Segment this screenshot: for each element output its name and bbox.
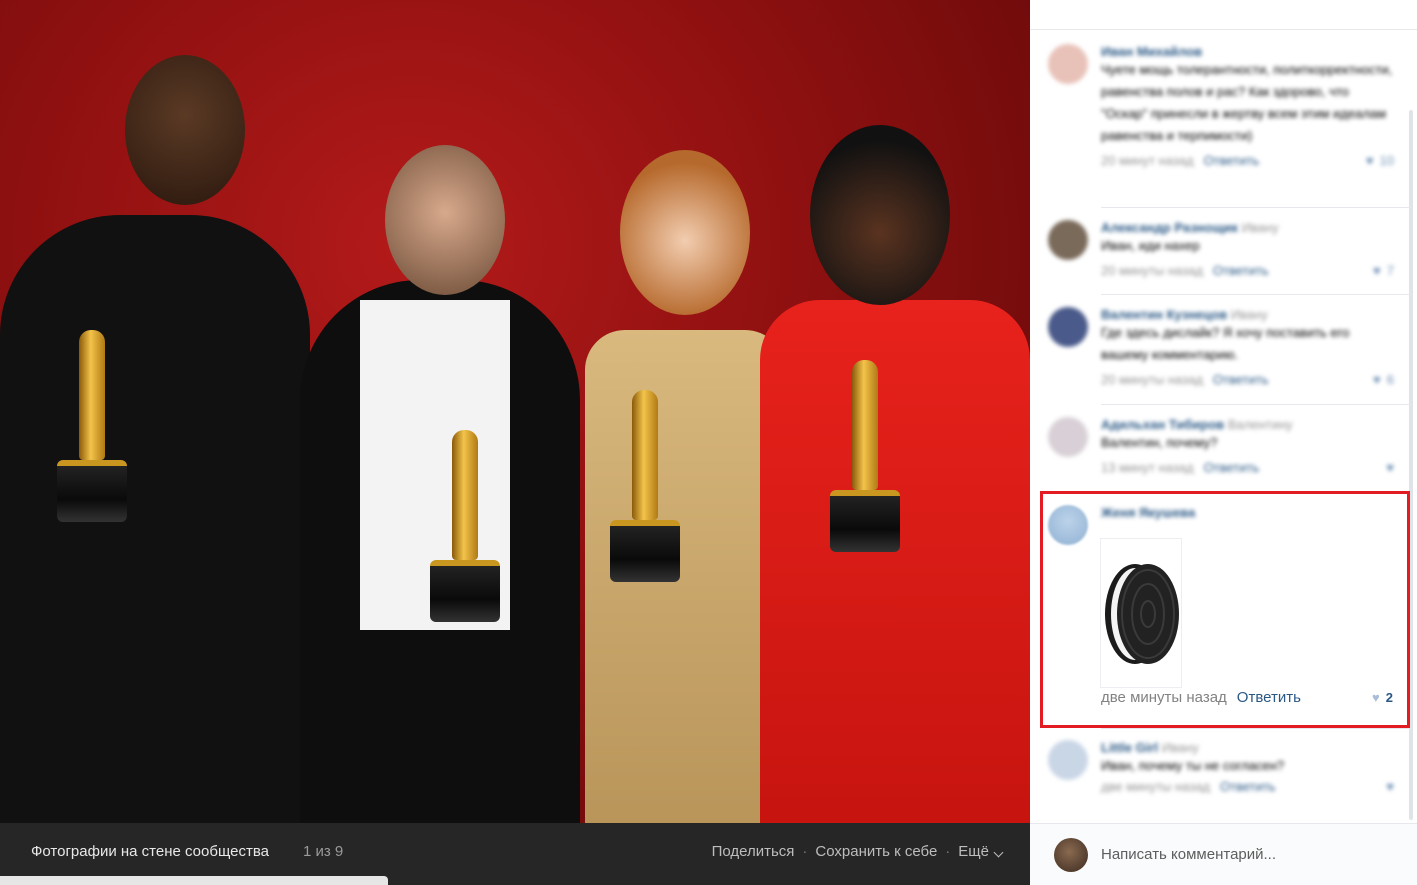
reply-to: Ивану	[1161, 740, 1199, 755]
comment-compose: Написать комментарий...	[1030, 823, 1417, 885]
comment-input[interactable]: Написать комментарий...	[1101, 846, 1276, 863]
comment-item: Александр Разнощик Ивану Иван, иди нахер…	[1048, 220, 1394, 278]
photo-actions: Поделиться · Сохранить к себе · Ещё	[712, 843, 1004, 860]
comment-author[interactable]: Валентин Кузнецов	[1101, 307, 1227, 322]
like-count: 7	[1386, 263, 1394, 278]
more-button[interactable]: Ещё	[958, 843, 1004, 860]
heart-icon: ♥	[1365, 153, 1374, 168]
comment-time: 13 минут назад	[1101, 460, 1194, 475]
like-count: 10	[1379, 153, 1394, 168]
comment-text: Иван, иди нахер	[1101, 238, 1200, 253]
separator-dot: ·	[802, 843, 808, 860]
comment-time: 20 минут назад	[1101, 153, 1194, 168]
chevron-down-icon	[993, 847, 1004, 858]
reply-link[interactable]: Ответить	[1204, 460, 1260, 475]
reply-link[interactable]: Ответить	[1220, 779, 1276, 794]
panel-header	[1030, 0, 1417, 30]
photo[interactable]	[0, 0, 1030, 823]
oscar-statue-1	[57, 330, 127, 522]
my-avatar	[1054, 838, 1088, 872]
oscar-statue-4	[830, 360, 900, 552]
divider	[1101, 294, 1411, 295]
person-1	[0, 0, 310, 823]
like-count: 6	[1386, 372, 1394, 387]
comment-item: Адильхан Тибиров Валентину Валентин, поч…	[1048, 417, 1394, 475]
reply-link[interactable]: Ответить	[1204, 153, 1260, 168]
comment-item: Little Girl Ивану Иван, почему ты не сог…	[1048, 740, 1394, 794]
oscar-statue-3	[610, 390, 680, 582]
comment-time: 20 минуты назад	[1101, 372, 1203, 387]
heart-icon: ♥	[1373, 263, 1381, 278]
comment-author[interactable]: Иван Михайлов	[1101, 44, 1394, 59]
comment-author[interactable]: Адильхан Тибиров	[1101, 417, 1224, 432]
reply-to: Ивану	[1230, 307, 1268, 322]
comment-text: Иван, почему ты не согласен?	[1101, 758, 1285, 773]
avatar[interactable]	[1048, 740, 1088, 780]
more-label: Ещё	[958, 843, 989, 860]
save-to-self-button[interactable]: Сохранить к себе	[815, 843, 937, 860]
reply-link[interactable]: Ответить	[1213, 263, 1269, 278]
comment-time: две минуты назад	[1101, 779, 1211, 794]
comment-text: Чуете мощь толерантности, политкорректно…	[1101, 62, 1393, 143]
comment-text: Валентин, почему?	[1101, 435, 1218, 450]
comment-item: Валентин Кузнецов Ивану Где здесь дислай…	[1048, 307, 1394, 387]
like-button[interactable]: ♥ 10	[1366, 153, 1394, 168]
reply-link[interactable]: Ответить	[1213, 372, 1269, 387]
photo-counter: 1 из 9	[303, 843, 344, 860]
reply-to: Валентину	[1227, 417, 1293, 432]
oscar-statue-2	[430, 430, 500, 622]
comment-item: Иван Михайлов Чуете мощь толерантности, …	[1048, 44, 1394, 168]
comment-author[interactable]: Александр Разнощик	[1101, 220, 1238, 235]
person-4	[760, 0, 1030, 823]
comment-text: Где здесь дислайк? Я хочу поставить его …	[1101, 325, 1350, 362]
photo-viewer: Фотографии на стене сообщества 1 из 9 По…	[0, 0, 1417, 885]
heart-icon: ♥	[1373, 372, 1381, 387]
divider	[1101, 207, 1411, 208]
like-button[interactable]: ♥	[1386, 779, 1394, 794]
heart-icon: ♥	[1386, 460, 1394, 475]
share-button[interactable]: Поделиться	[712, 843, 795, 860]
avatar[interactable]	[1048, 417, 1088, 457]
highlight-frame	[1040, 491, 1410, 728]
comment-author[interactable]: Little Girl	[1101, 740, 1158, 755]
comment-time: 20 минуты назад	[1101, 263, 1203, 278]
like-button[interactable]: ♥	[1386, 460, 1394, 475]
like-button[interactable]: ♥ 7	[1373, 263, 1394, 278]
album-title-link[interactable]: Фотографии на стене сообщества	[31, 843, 269, 860]
avatar[interactable]	[1048, 44, 1088, 84]
person-2	[300, 0, 580, 823]
divider	[1101, 728, 1411, 729]
comments-panel: Иван Михайлов Чуете мощь толерантности, …	[1030, 0, 1417, 885]
heart-icon: ♥	[1386, 779, 1394, 794]
download-bar	[0, 876, 388, 885]
separator-dot: ·	[945, 843, 951, 860]
like-button[interactable]: ♥ 6	[1373, 372, 1394, 387]
avatar[interactable]	[1048, 307, 1088, 347]
avatar[interactable]	[1048, 220, 1088, 260]
reply-to: Ивану	[1241, 220, 1279, 235]
divider	[1101, 404, 1411, 405]
